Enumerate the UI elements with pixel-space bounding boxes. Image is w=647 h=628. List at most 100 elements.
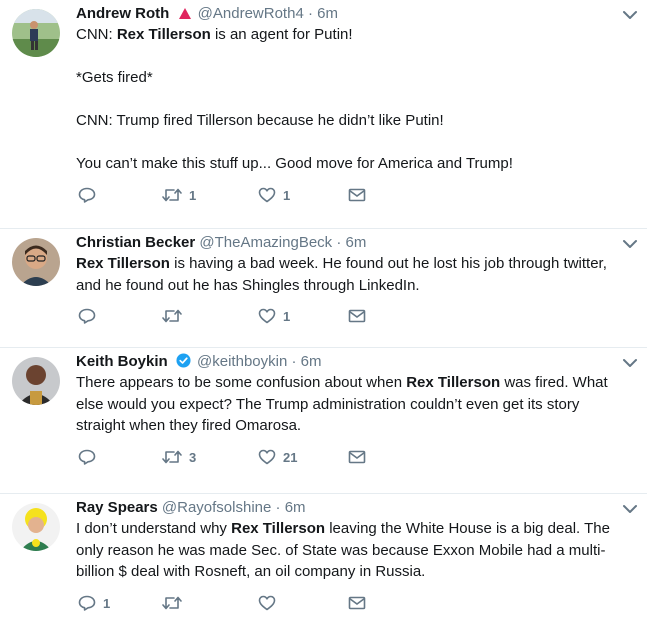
envelope-icon xyxy=(348,596,366,609)
separator-dot: · xyxy=(336,234,342,251)
avatar[interactable] xyxy=(12,503,60,551)
tweet-text-line: You can’t make this stuff up... Good mov… xyxy=(76,153,625,175)
like-button[interactable]: 1 xyxy=(258,187,290,203)
tweet-text-line: I don’t understand why Rex Tillerson lea… xyxy=(76,518,625,540)
display-name[interactable]: Andrew Roth xyxy=(76,5,169,22)
reply-icon xyxy=(78,595,96,611)
reply-button[interactable] xyxy=(78,308,103,324)
tweet-text: CNN: Rex Tillerson is an agent for Putin… xyxy=(76,24,637,175)
text-segment: CNN: Trump fired Tillerson because he di… xyxy=(76,112,444,129)
chevron-down-icon[interactable] xyxy=(621,8,639,22)
highlighted-keyword[interactable]: Rex Tillerson xyxy=(406,374,500,391)
like-button[interactable] xyxy=(258,595,283,611)
text-segment: billion $ deal with Rosneft, an oil comp… xyxy=(76,563,426,580)
retweet-count: 1 xyxy=(189,187,197,203)
avatar[interactable] xyxy=(12,238,60,286)
retweet-button[interactable] xyxy=(162,595,189,611)
chevron-down-icon[interactable] xyxy=(621,502,639,516)
chevron-down-icon[interactable] xyxy=(621,237,639,251)
tweet-text: I don’t understand why Rex Tillerson lea… xyxy=(76,518,637,583)
tweet-actions: 3 21 xyxy=(76,437,637,477)
tweet-header: Andrew Roth @AndrewRoth4 · 6m xyxy=(76,0,637,24)
retweet-button[interactable]: 1 xyxy=(162,187,196,203)
retweet-button[interactable]: 3 xyxy=(162,449,196,465)
tweet[interactable]: Christian Becker @TheAmazingBeck · 6m Re… xyxy=(0,229,647,348)
reply-count: 1 xyxy=(103,595,111,611)
tweet[interactable]: Andrew Roth @AndrewRoth4 · 6m CNN: Rex T… xyxy=(0,0,647,229)
text-segment: is an agent for Putin! xyxy=(210,26,353,43)
display-name[interactable]: Keith Boykin xyxy=(76,353,168,370)
reply-button[interactable] xyxy=(78,187,103,203)
tweet-actions: 1 xyxy=(76,583,637,623)
tweet-text: Rex Tillerson is having a bad week. He f… xyxy=(76,253,637,296)
like-button[interactable]: 21 xyxy=(258,449,297,465)
timestamp[interactable]: 6m xyxy=(301,353,322,370)
tweet-actions: 1 xyxy=(76,296,637,336)
tweet-text: There appears to be some confusion about… xyxy=(76,372,637,437)
tweet-text-line: straight when they fired Omarosa. xyxy=(76,415,625,437)
handle[interactable]: @TheAmazingBeck xyxy=(199,234,332,251)
separator-dot: · xyxy=(291,353,297,370)
heart-icon xyxy=(258,308,276,324)
tweet-text-line: Rex Tillerson is having a bad week. He f… xyxy=(76,253,625,275)
text-segment: leaving the White House is a big deal. T… xyxy=(325,520,610,537)
text-segment: *Gets fired* xyxy=(76,69,153,86)
handle[interactable]: @AndrewRoth4 xyxy=(198,5,304,22)
tweet-text-line: billion $ deal with Rosneft, an oil comp… xyxy=(76,561,625,583)
text-segment: else would you expect? The Trump adminis… xyxy=(76,395,580,413)
reply-button[interactable] xyxy=(78,449,103,465)
highlighted-keyword[interactable]: Rex Tillerson xyxy=(76,255,170,272)
red-triangle-icon xyxy=(178,8,191,19)
highlighted-keyword[interactable]: Rex Tillerson xyxy=(231,520,325,537)
text-segment: only reason he was made Sec. of State wa… xyxy=(76,541,606,559)
verified-icon xyxy=(176,353,191,368)
tweet-text-line: CNN: Rex Tillerson is an agent for Putin… xyxy=(76,24,625,46)
text-segment: is having a bad week. He found out he lo… xyxy=(169,255,607,272)
tweet-header: Keith Boykin @keithboykin · 6m xyxy=(76,348,637,372)
tweet[interactable]: Ray Spears @Rayofsolshine · 6m I don’t u… xyxy=(0,494,647,628)
separator-dot: · xyxy=(275,499,281,516)
text-segment: was fired. What xyxy=(500,374,608,391)
reply-button[interactable]: 1 xyxy=(78,595,110,611)
chevron-down-icon[interactable] xyxy=(621,356,639,370)
retweet-icon xyxy=(162,309,182,323)
retweet-count: 3 xyxy=(189,449,197,465)
text-segment: CNN: xyxy=(76,26,117,43)
like-count: 1 xyxy=(283,309,291,324)
tweet-text-line: and he found out he has Shingles through… xyxy=(76,275,625,297)
tweet[interactable]: Keith Boykin @keithboykin · 6m There app… xyxy=(0,348,647,494)
direct-message-button[interactable] xyxy=(348,595,366,611)
timestamp[interactable]: 6m xyxy=(346,234,367,251)
reply-icon xyxy=(78,187,96,203)
like-count: 1 xyxy=(283,187,291,203)
tweet-text-line: *Gets fired* xyxy=(76,67,625,89)
heart-icon xyxy=(258,449,276,464)
text-segment: You can’t make this stuff up... Good mov… xyxy=(76,155,513,172)
direct-message-button[interactable] xyxy=(348,187,366,203)
text-segment: and he found out he has Shingles through… xyxy=(76,276,420,294)
timestamp[interactable]: 6m xyxy=(285,499,306,516)
avatar[interactable] xyxy=(12,9,60,57)
timestamp[interactable]: 6m xyxy=(317,5,338,22)
display-name[interactable]: Ray Spears xyxy=(76,499,158,516)
tweet-header: Ray Spears @Rayofsolshine · 6m xyxy=(76,494,637,518)
direct-message-button[interactable] xyxy=(348,449,366,465)
avatar[interactable] xyxy=(12,357,60,405)
like-count: 21 xyxy=(283,449,298,465)
highlighted-keyword[interactable]: Rex Tillerson xyxy=(117,26,211,43)
like-button[interactable]: 1 xyxy=(258,308,290,324)
handle[interactable]: @Rayofsolshine xyxy=(162,499,271,516)
separator-dot: · xyxy=(307,5,313,22)
retweet-button[interactable] xyxy=(162,308,189,324)
text-segment: straight when they fired Omarosa. xyxy=(76,417,302,434)
direct-message-button[interactable] xyxy=(348,308,366,324)
display-name[interactable]: Christian Becker xyxy=(76,234,195,251)
envelope-icon xyxy=(348,309,366,323)
envelope-icon xyxy=(348,188,366,201)
tweet-text-line: CNN: Trump fired Tillerson because he di… xyxy=(76,110,625,132)
handle[interactable]: @keithboykin xyxy=(197,353,287,370)
text-segment: There appears to be some confusion about… xyxy=(76,374,407,391)
